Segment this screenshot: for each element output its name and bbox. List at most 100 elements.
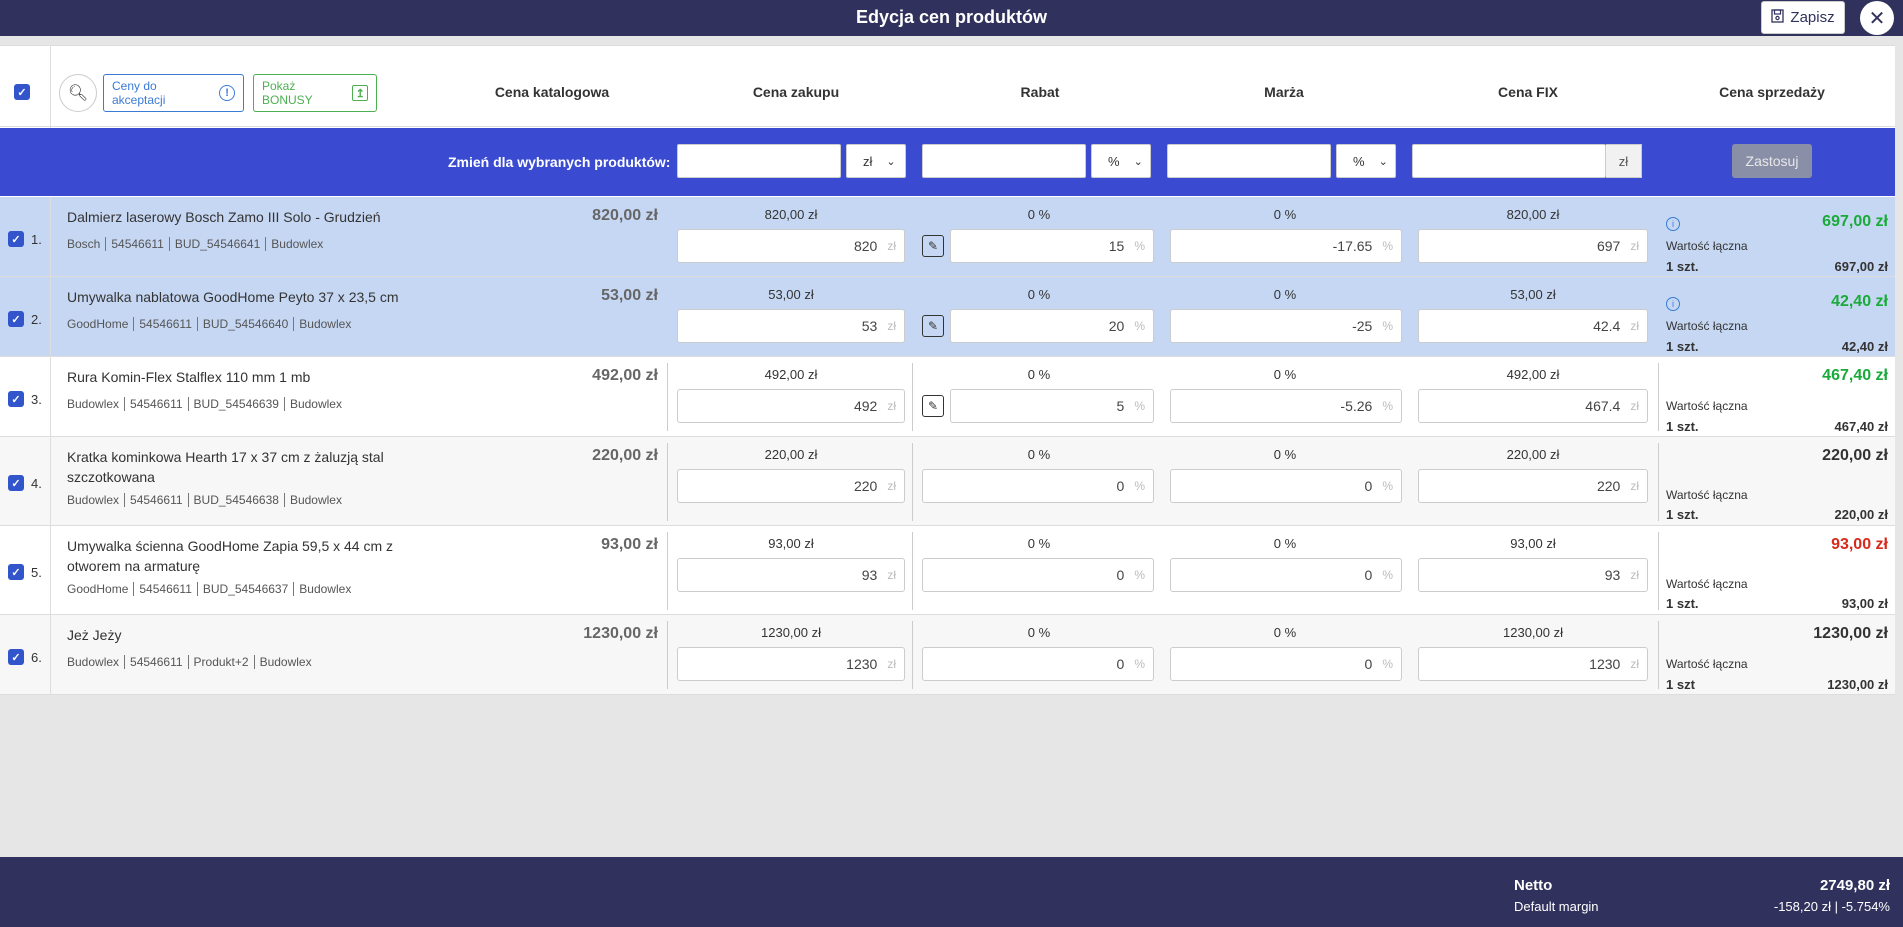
fix-price-text: 492,00 zł bbox=[1506, 367, 1560, 382]
row-checkbox[interactable]: ✓ bbox=[8, 475, 24, 491]
catalog-price: 492,00 zł bbox=[592, 367, 658, 384]
discount-input[interactable]: 5% bbox=[950, 389, 1154, 423]
row-checkbox[interactable]: ✓ bbox=[8, 564, 24, 580]
discount-input[interactable]: 20% bbox=[950, 309, 1154, 343]
margin-text: 0 % bbox=[1273, 207, 1297, 222]
catalog-price: 1230,00 zł bbox=[583, 625, 658, 642]
col-fix-price: Cena FIX bbox=[1498, 84, 1558, 100]
save-button-label: Zapisz bbox=[1790, 9, 1835, 26]
fix-price-input[interactable]: 1230 zł bbox=[1418, 647, 1648, 681]
quantity: 1 szt. bbox=[1666, 419, 1699, 434]
bulk-discount-unit-select[interactable]: % ⌄ bbox=[1091, 144, 1151, 178]
discount-input[interactable]: 0% bbox=[922, 469, 1154, 503]
search-button[interactable]: 🔍︎ bbox=[59, 74, 97, 112]
close-button[interactable]: ✕ bbox=[1860, 1, 1894, 35]
bulk-purchase-unit-select[interactable]: zł ⌄ bbox=[846, 144, 906, 178]
fix-price-input[interactable]: 42.4 zł bbox=[1418, 309, 1648, 343]
bulk-margin-input[interactable] bbox=[1167, 144, 1331, 178]
net-value: 2749,80 zł bbox=[1819, 877, 1890, 894]
select-all-checkbox[interactable]: ✓ bbox=[14, 84, 30, 100]
catalog-price: 220,00 zł bbox=[592, 447, 658, 464]
edit-discount-button[interactable]: ✎ bbox=[922, 235, 944, 257]
window-title: Edycja cen produktów bbox=[855, 7, 1048, 27]
row-checkbox[interactable]: ✓ bbox=[8, 311, 24, 327]
table-row: ✓ 3. Rura Komin-Flex Stalflex 110 mm 1 m… bbox=[0, 357, 1895, 437]
catalog-price: 820,00 zł bbox=[592, 207, 658, 224]
fix-price-input[interactable]: 467.4 zł bbox=[1418, 389, 1648, 423]
discount-input[interactable]: 15% bbox=[950, 229, 1154, 263]
col-purchase-price: Cena zakupu bbox=[752, 84, 840, 100]
fix-price-input[interactable]: 220 zł bbox=[1418, 469, 1648, 503]
save-button[interactable]: Zapisz bbox=[1761, 1, 1845, 34]
col-catalog-price: Cena katalogowa bbox=[494, 84, 610, 100]
product-tags: Budowlex 54546611 BUD_54546638 Budowlex bbox=[67, 493, 347, 507]
quantity: 1 szt. bbox=[1666, 596, 1699, 611]
info-icon[interactable]: i bbox=[1666, 297, 1680, 311]
margin-input[interactable]: 0% bbox=[1170, 647, 1402, 681]
sale-price: 697,00 zł bbox=[1822, 213, 1888, 230]
bulk-purchase-input[interactable] bbox=[677, 144, 841, 178]
quantity: 1 szt. bbox=[1666, 259, 1699, 274]
line-total: 220,00 zł bbox=[1834, 507, 1889, 522]
pencil-icon: ✎ bbox=[927, 319, 939, 333]
exclamation-icon: ! bbox=[219, 85, 235, 101]
catalog-price: 53,00 zł bbox=[601, 287, 658, 304]
line-total: 42,40 zł bbox=[1841, 339, 1888, 354]
discount-input[interactable]: 0% bbox=[922, 647, 1154, 681]
row-checkbox[interactable]: ✓ bbox=[8, 231, 24, 247]
bulk-margin-unit-select[interactable]: % ⌄ bbox=[1336, 144, 1396, 178]
table-row: ✓ 6. Jeż Jeży Budowlex 54546611 Produkt+2 B… bbox=[0, 615, 1895, 695]
purchase-price-text: 492,00 zł bbox=[764, 367, 818, 382]
fix-price-text: 820,00 zł bbox=[1506, 207, 1560, 222]
purchase-price-input[interactable]: 93 zł bbox=[677, 558, 905, 592]
row-number: 6. bbox=[31, 650, 42, 665]
margin-text: 0 % bbox=[1273, 625, 1297, 640]
sale-price: 1230,00 zł bbox=[1813, 625, 1888, 642]
product-tags: Bosch 54546611 BUD_54546641 Budowlex bbox=[67, 237, 329, 251]
apply-button[interactable]: Zastosuj bbox=[1732, 144, 1812, 178]
purchase-price-text: 93,00 zł bbox=[768, 536, 814, 551]
margin-text: 0 % bbox=[1273, 447, 1297, 462]
edit-discount-button[interactable]: ✎ bbox=[922, 395, 944, 417]
purchase-price-input[interactable]: 492 zł bbox=[677, 389, 905, 423]
margin-input[interactable]: -5.26% bbox=[1170, 389, 1402, 423]
product-tags: GoodHome 54546611 BUD_54546637 Budowlex bbox=[67, 582, 357, 596]
product-tags: GoodHome 54546611 BUD_54546640 Budowlex bbox=[67, 317, 357, 331]
total-label: Wartość łączna bbox=[1666, 657, 1748, 671]
fix-price-input[interactable]: 93 zł bbox=[1418, 558, 1648, 592]
sale-price: 93,00 zł bbox=[1831, 536, 1888, 553]
bulk-edit-bar: Zmień dla wybranych produktów: zł ⌄ % ⌄ % ⌄… bbox=[0, 128, 1895, 196]
bulk-discount-input[interactable] bbox=[922, 144, 1086, 178]
margin-label: Default margin bbox=[1514, 899, 1599, 914]
purchase-price-text: 220,00 zł bbox=[764, 447, 818, 462]
fix-price-input[interactable]: 697 zł bbox=[1418, 229, 1648, 263]
info-icon[interactable]: i bbox=[1666, 217, 1680, 231]
margin-input[interactable]: 0% bbox=[1170, 469, 1402, 503]
purchase-price-input[interactable]: 820 zł bbox=[677, 229, 905, 263]
row-number: 1. bbox=[31, 232, 42, 247]
margin-input[interactable]: -17.65% bbox=[1170, 229, 1402, 263]
prices-to-accept-button[interactable]: Ceny do akceptacji ! bbox=[103, 74, 244, 112]
purchase-price-input[interactable]: 1230 zł bbox=[677, 647, 905, 681]
product-name: Umywalka nablatowa GoodHome Peyto 37 x 2… bbox=[67, 289, 399, 305]
row-checkbox[interactable]: ✓ bbox=[8, 391, 24, 407]
floppy-icon bbox=[1771, 8, 1785, 27]
row-checkbox[interactable]: ✓ bbox=[8, 649, 24, 665]
col-sale-price: Cena sprzedaży bbox=[1719, 84, 1825, 100]
edit-discount-button[interactable]: ✎ bbox=[922, 315, 944, 337]
purchase-price-input[interactable]: 220 zł bbox=[677, 469, 905, 503]
table-row: ✓ 5. Umywalka ścienna GoodHome Zapia 59,… bbox=[0, 526, 1895, 615]
margin-input[interactable]: 0% bbox=[1170, 558, 1402, 592]
col-margin: Marża bbox=[1264, 84, 1304, 100]
bulk-fix-input[interactable] bbox=[1412, 144, 1606, 178]
sale-price: 467,40 zł bbox=[1822, 367, 1888, 384]
purchase-price-input[interactable]: 53 zł bbox=[677, 309, 905, 343]
show-bonuses-button[interactable]: Pokaż BONUSY ↥ bbox=[253, 74, 377, 112]
chevron-down-icon: ⌄ bbox=[1378, 155, 1388, 168]
close-icon: ✕ bbox=[1868, 7, 1886, 30]
total-label: Wartość łączna bbox=[1666, 399, 1748, 413]
margin-text: 0 % bbox=[1273, 287, 1297, 302]
margin-input[interactable]: -25% bbox=[1170, 309, 1402, 343]
discount-input[interactable]: 0% bbox=[922, 558, 1154, 592]
catalog-price: 93,00 zł bbox=[601, 536, 658, 553]
